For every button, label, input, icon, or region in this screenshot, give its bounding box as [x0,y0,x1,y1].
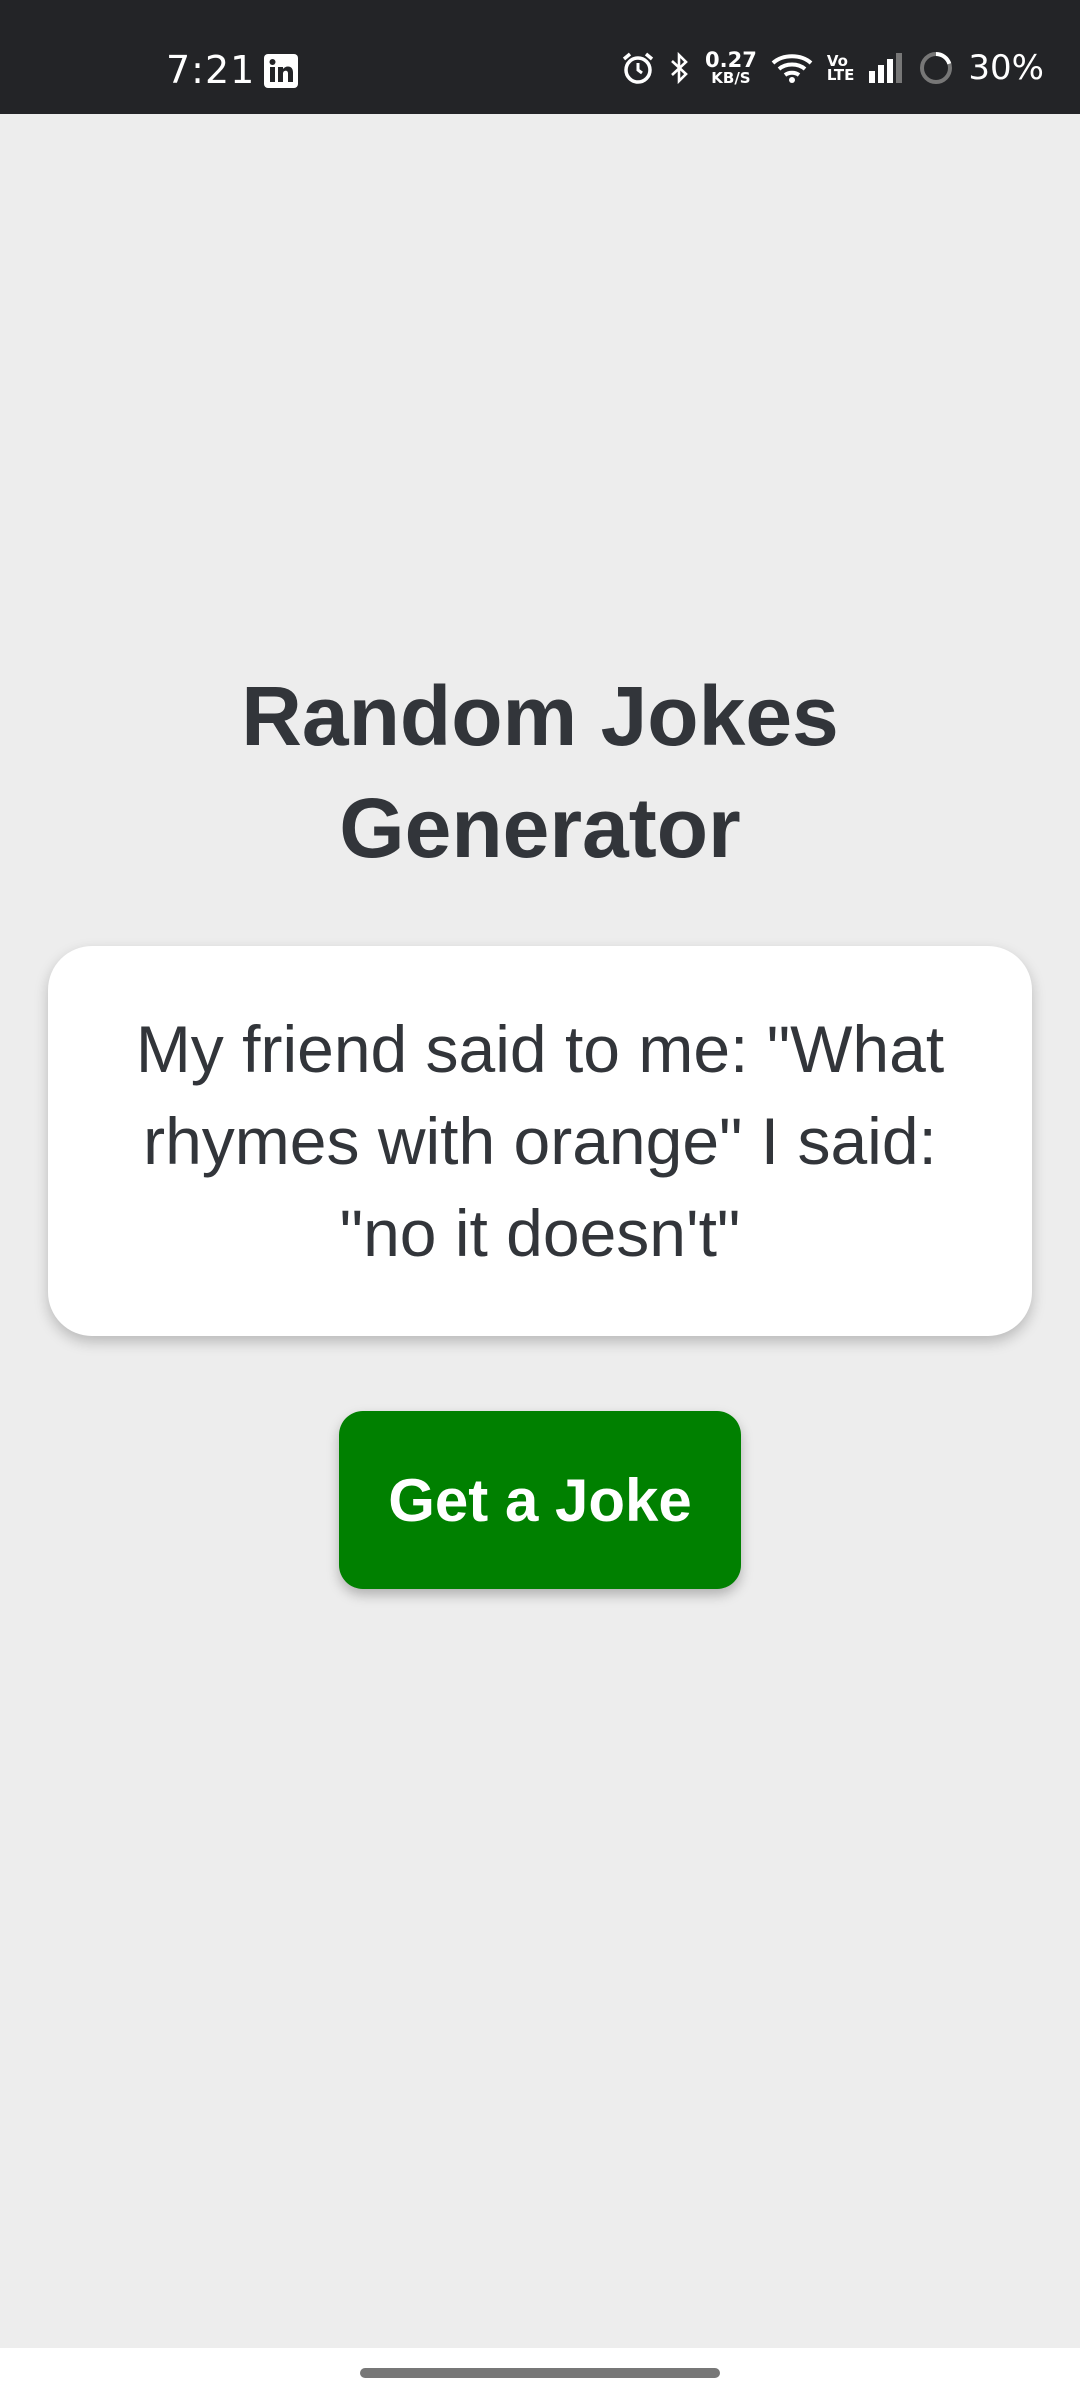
battery-percent: 30% [968,48,1044,88]
volte-bottom: LTE [826,66,855,84]
status-time: 7:21 [166,48,256,92]
get-joke-button[interactable]: Get a Joke [339,1411,741,1589]
signal-icon [868,53,904,83]
network-speed: 0.27 KB/S [705,50,757,86]
battery-ring-icon [918,50,954,86]
status-bar: 7:21 0.27 KB/S Vo LTE 30% [0,0,1080,114]
status-icons: 0.27 KB/S Vo LTE 30% [621,44,1044,92]
volte-indicator: Vo LTE [826,53,855,84]
navigation-bar [0,2348,1080,2400]
bluetooth-icon [669,51,691,85]
network-speed-value: 0.27 [705,48,757,72]
page-title: Random Jokes Generator [241,669,839,875]
alarm-icon [621,51,655,85]
wifi-icon [771,52,813,84]
joke-text: My friend said to me: "What rhymes with … [135,1012,945,1270]
joke-card: My friend said to me: "What rhymes with … [48,946,1032,1336]
linkedin-icon [264,54,298,88]
home-indicator[interactable] [360,2368,720,2378]
network-speed-unit: KB/S [711,69,751,87]
